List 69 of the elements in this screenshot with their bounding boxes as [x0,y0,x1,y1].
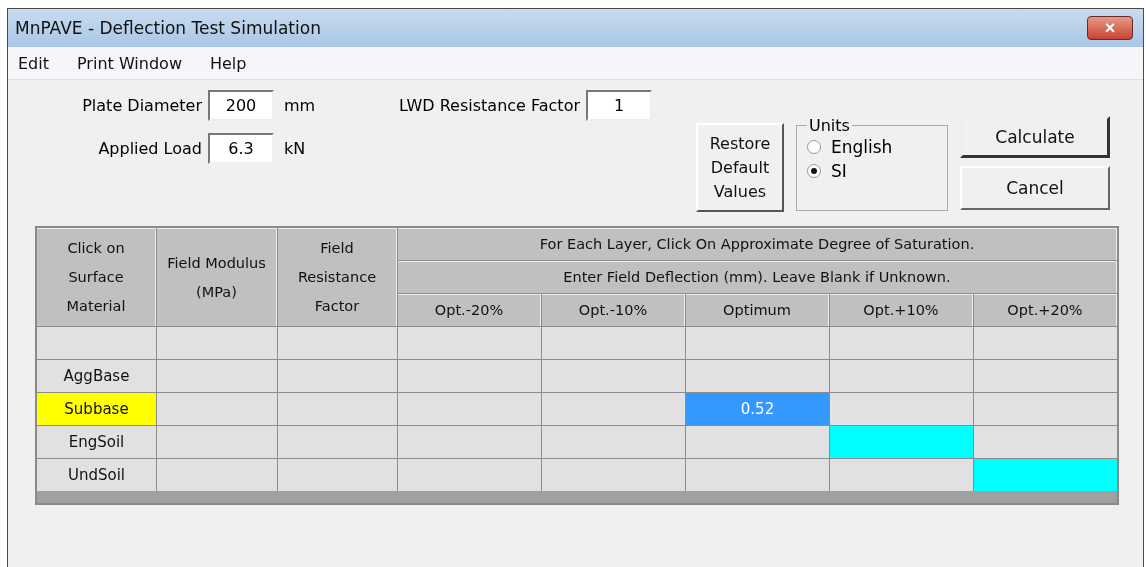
header-banner: For Each Layer, Click On Approximate Degree of Saturation. [398,228,1117,260]
saturation-cell[interactable] [974,426,1117,458]
saturation-cell[interactable] [686,327,829,359]
table-cell[interactable] [278,459,397,491]
unit-label: mm [284,96,316,115]
radio-option[interactable]: English [807,137,937,157]
dialog-button[interactable]: Cancel [960,166,1110,210]
radio-option[interactable]: SI [807,161,937,181]
radio-label: SI [831,161,847,181]
saturation-cell[interactable] [830,327,973,359]
table-cell[interactable] [278,327,397,359]
column-header[interactable]: Opt.+10% [830,294,973,326]
saturation-cell[interactable] [398,426,541,458]
material-cell[interactable] [37,327,156,359]
table-cell[interactable] [157,393,277,425]
column-header[interactable]: Opt.-20% [398,294,541,326]
field-label: LWD Resistance Factor [399,96,580,115]
saturation-cell[interactable] [830,426,973,458]
radio-label: English [831,137,893,157]
saturation-cell[interactable] [974,393,1117,425]
saturation-cell[interactable] [542,426,685,458]
saturation-cell[interactable] [974,327,1117,359]
column-header: Field Resistance Factor [278,228,397,326]
saturation-cell[interactable] [398,459,541,491]
saturation-cell[interactable] [542,459,685,491]
saturation-cell[interactable] [542,327,685,359]
menu-item[interactable]: Print Window [77,53,182,73]
saturation-cell[interactable] [830,360,973,392]
menu-item[interactable]: Help [209,53,247,73]
column-header: Field Modulus (MPa) [157,228,277,326]
table-cell[interactable] [157,459,277,491]
restore-defaults-button[interactable]: Restore Default Values [696,123,784,212]
window-title: MnPAVE - Deflection Test Simulation [15,18,321,38]
saturation-cell[interactable] [398,393,541,425]
material-cell[interactable]: UndSoil [37,459,156,491]
input-field[interactable]: 6.3 [208,133,274,164]
input-field[interactable]: 200 [208,90,274,121]
group-title: Units [808,116,851,135]
column-header[interactable]: Optimum [686,294,829,326]
saturation-cell[interactable] [974,360,1117,392]
dialog-button[interactable]: Calculate [960,116,1110,158]
table-cell[interactable] [157,327,277,359]
table-cell[interactable] [157,360,277,392]
saturation-cell[interactable] [542,393,685,425]
saturation-cell[interactable] [686,360,829,392]
field-label: Plate Diameter [82,96,202,115]
saturation-cell[interactable] [830,459,973,491]
saturation-cell[interactable] [974,459,1117,491]
input-field[interactable]: 1 [586,90,652,121]
table-cell[interactable] [278,426,397,458]
unit-label: kN [284,139,307,158]
table-cell[interactable] [278,360,397,392]
material-cell[interactable]: AggBase [37,360,156,392]
saturation-cell[interactable] [686,426,829,458]
header-banner: Enter Field Deflection (mm). Leave Blank if Unknown. [398,261,1117,293]
saturation-cell[interactable] [686,459,829,491]
saturation-cell[interactable] [830,393,973,425]
column-header: Click on Surface Material [37,228,156,326]
saturation-cell[interactable] [398,360,541,392]
saturation-cell[interactable] [542,360,685,392]
material-cell[interactable]: Subbase [37,393,156,425]
column-header[interactable]: Opt.-10% [542,294,685,326]
field-label: Applied Load [98,139,202,158]
saturation-cell[interactable] [398,327,541,359]
table-cell[interactable] [157,426,277,458]
material-cell[interactable]: EngSoil [37,426,156,458]
table-cell[interactable] [278,393,397,425]
column-header[interactable]: Opt.+20% [974,294,1117,326]
menu-item[interactable]: Edit [18,53,49,73]
